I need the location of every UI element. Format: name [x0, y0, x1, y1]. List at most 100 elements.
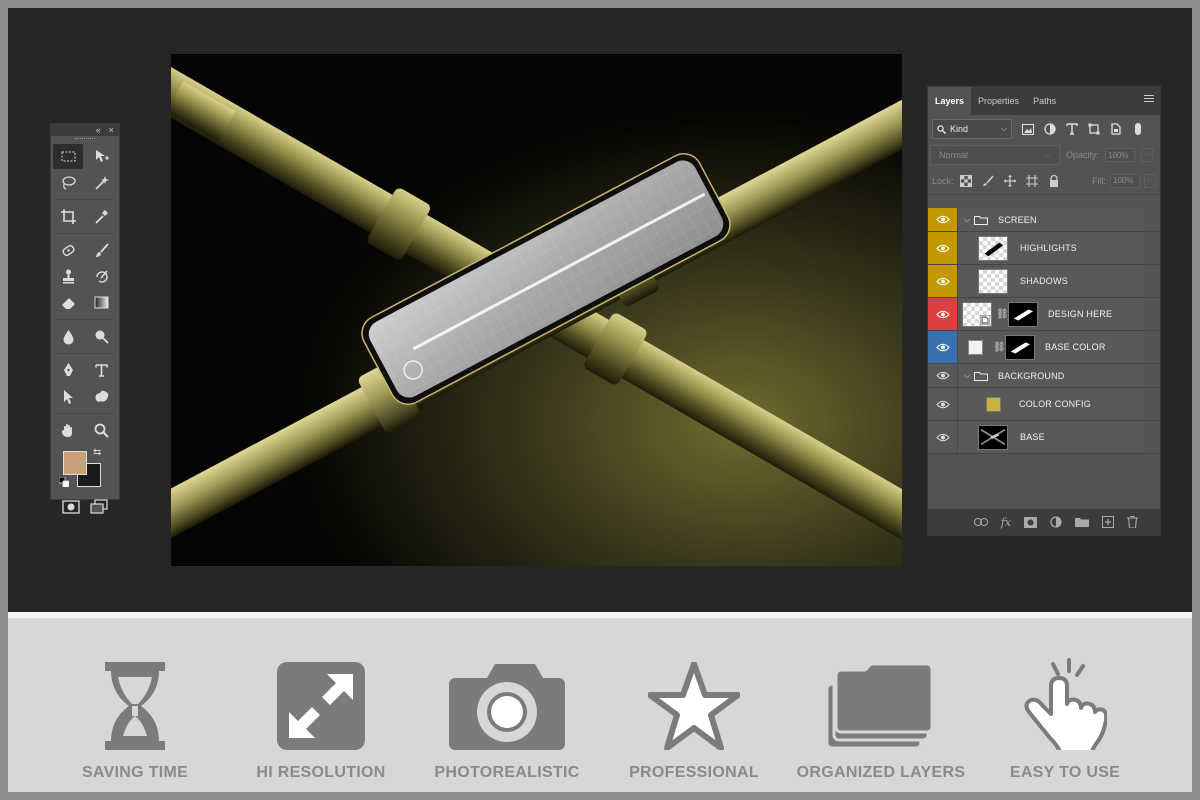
layer-row-color-config[interactable]: COLOR CONFIG	[928, 388, 1160, 421]
swap-colors-icon[interactable]: ⇆	[93, 447, 101, 458]
layer-row-base-color[interactable]: ⛓ BASE COLOR	[928, 331, 1160, 364]
screen-mode-icon[interactable]	[90, 499, 108, 515]
layer-row-screen[interactable]: ⌵ SCREEN	[928, 208, 1160, 232]
layer-row-highlights[interactable]: HIGHLIGHTS	[928, 232, 1160, 265]
visibility-eye-icon[interactable]	[928, 232, 957, 264]
layer-thumbnail	[978, 268, 1008, 294]
layer-row-base[interactable]: BASE	[928, 421, 1160, 454]
clone-stamp-tool-icon[interactable]	[53, 264, 83, 289]
layer-name: BASE COLOR	[1045, 342, 1106, 352]
zoom-tool-icon[interactable]	[86, 418, 116, 443]
type-tool-icon[interactable]	[86, 358, 116, 383]
filter-toggle-icon[interactable]	[1132, 123, 1144, 135]
filter-kind-dropdown[interactable]: Kind ⌵	[932, 119, 1012, 139]
marquee-tool-icon[interactable]	[53, 144, 83, 169]
tools-panel-header: « ×	[51, 124, 119, 136]
visibility-eye-icon[interactable]	[928, 421, 957, 453]
layers-panel: Layers Properties Paths Kind ⌵ Normal ⌵ …	[927, 86, 1161, 536]
tool-separator	[57, 410, 113, 414]
add-mask-icon[interactable]	[1024, 516, 1037, 528]
foreground-color-swatch[interactable]	[63, 451, 87, 475]
layer-row-background[interactable]: ⌵ BACKGROUND	[928, 364, 1160, 388]
layer-mask-thumbnail[interactable]	[1005, 334, 1035, 360]
lock-label: Lock:	[932, 175, 954, 186]
tab-layers[interactable]: Layers	[928, 87, 972, 115]
filter-icons	[1022, 123, 1144, 135]
blend-opacity-row: Normal ⌵ Opacity: 100% ⌵	[928, 143, 1160, 167]
blur-tool-icon[interactable]	[53, 324, 83, 349]
feature-hi-resolution: HI RESOLUTION	[231, 658, 411, 782]
document-canvas[interactable]	[171, 54, 902, 566]
crop-tool-icon[interactable]	[53, 204, 83, 229]
layer-name: HIGHLIGHTS	[1020, 243, 1078, 253]
layer-row-shadows[interactable]: SHADOWS	[928, 265, 1160, 298]
color-swatches: ⇆	[59, 447, 119, 497]
shape-filter-icon[interactable]	[1088, 123, 1100, 135]
smart-object-filter-icon[interactable]	[1110, 123, 1122, 135]
layer-body: ⌵ SCREEN	[957, 208, 1144, 231]
fill-dropdown-icon[interactable]: ⌵	[1144, 173, 1156, 188]
delete-layer-icon[interactable]	[1127, 516, 1138, 528]
link-icon[interactable]: ⛓	[993, 342, 1006, 353]
magic-wand-tool-icon[interactable]	[86, 170, 116, 195]
tab-properties[interactable]: Properties	[971, 87, 1026, 115]
layer-mask-thumbnail[interactable]	[1008, 301, 1038, 327]
link-icon[interactable]: ⛓	[996, 309, 1009, 320]
eyedropper-tool-icon[interactable]	[86, 204, 116, 229]
tools-panel: « × ⇆	[50, 123, 120, 514]
layer-row-design-here[interactable]: ⛓ DESIGN HERE	[928, 298, 1160, 331]
blend-mode-dropdown[interactable]: Normal ⌵	[930, 145, 1060, 165]
visibility-eye-icon[interactable]	[928, 298, 957, 330]
quick-mask-icon[interactable]	[62, 499, 80, 515]
fill-field[interactable]: 100%	[1110, 173, 1140, 188]
feature-label: HI RESOLUTION	[256, 764, 386, 781]
close-icon[interactable]: ×	[109, 124, 114, 136]
visibility-eye-icon[interactable]	[928, 388, 957, 420]
tab-paths[interactable]: Paths	[1026, 87, 1063, 115]
layer-body: HIGHLIGHTS	[957, 232, 1144, 264]
lock-all-icon[interactable]	[1048, 174, 1060, 187]
pen-tool-icon[interactable]	[53, 358, 83, 383]
path-selection-tool-icon[interactable]	[53, 384, 83, 409]
chevron-down-icon[interactable]: ⌵	[960, 214, 974, 225]
visibility-eye-icon[interactable]	[928, 265, 957, 297]
smart-object-thumbnail	[962, 301, 992, 327]
hand-tool-icon[interactable]	[53, 418, 83, 443]
adjustment-layer-icon[interactable]	[1050, 516, 1062, 528]
lock-transparency-icon[interactable]	[959, 174, 972, 187]
lock-artboard-icon[interactable]	[1025, 174, 1038, 187]
opacity-label: Opacity:	[1066, 150, 1100, 160]
eraser-tool-icon[interactable]	[53, 290, 83, 315]
pixel-filter-icon[interactable]	[1022, 123, 1034, 135]
lock-pixels-icon[interactable]	[982, 174, 994, 187]
layer-name: BACKGROUND	[998, 370, 1065, 381]
history-brush-tool-icon[interactable]	[86, 264, 116, 289]
collapse-icon[interactable]: «	[96, 124, 101, 136]
layer-style-fx-icon[interactable]: fx	[1001, 516, 1011, 529]
lasso-tool-icon[interactable]	[53, 170, 83, 195]
opacity-field[interactable]: 100%	[1105, 148, 1136, 162]
link-layers-icon[interactable]	[973, 518, 988, 526]
brush-tool-icon[interactable]	[86, 238, 116, 263]
new-group-icon[interactable]	[1075, 517, 1089, 527]
chevron-down-icon[interactable]: ⌵	[960, 370, 974, 381]
panel-menu-icon[interactable]	[1144, 95, 1154, 105]
adjustment-filter-icon[interactable]	[1044, 123, 1056, 135]
move-tool-icon[interactable]	[86, 144, 116, 169]
visibility-eye-icon[interactable]	[928, 208, 957, 231]
panel-grip[interactable]	[51, 136, 119, 142]
search-icon	[937, 124, 946, 134]
layer-thumbnail	[978, 235, 1008, 261]
visibility-eye-icon[interactable]	[928, 331, 957, 363]
dodge-tool-icon[interactable]	[86, 324, 116, 349]
lock-position-icon[interactable]	[1003, 174, 1016, 187]
healing-brush-tool-icon[interactable]	[53, 238, 83, 263]
type-filter-icon[interactable]	[1066, 123, 1078, 135]
gradient-tool-icon[interactable]	[86, 290, 116, 315]
new-layer-icon[interactable]	[1102, 516, 1114, 528]
chevron-down-icon: ⌵	[1000, 124, 1007, 133]
custom-shape-tool-icon[interactable]	[86, 384, 116, 409]
opacity-dropdown-icon[interactable]: ⌵	[1141, 148, 1154, 162]
default-colors-icon[interactable]	[59, 477, 69, 487]
visibility-eye-icon[interactable]	[928, 364, 957, 387]
